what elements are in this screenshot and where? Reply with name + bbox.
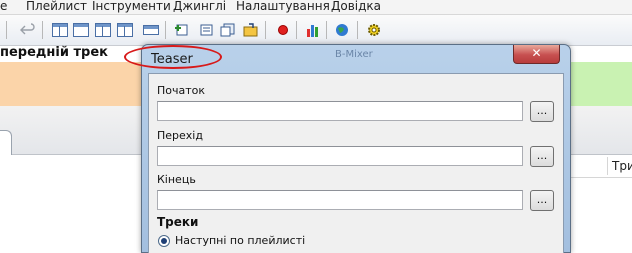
end-input[interactable] bbox=[157, 190, 523, 210]
toolbar-separator bbox=[165, 21, 166, 39]
menu-settings[interactable]: Налаштування bbox=[236, 0, 330, 13]
toolbar-separator bbox=[6, 21, 7, 39]
window-split-icon[interactable] bbox=[52, 23, 68, 37]
start-label: Початок bbox=[157, 84, 206, 97]
menu-help[interactable]: Довідка bbox=[331, 0, 381, 13]
window-small-icon[interactable] bbox=[143, 25, 159, 35]
previous-track-label: передній трек bbox=[0, 45, 108, 60]
end-label: Кінець bbox=[157, 173, 196, 186]
end-browse-button[interactable]: ... bbox=[530, 190, 554, 211]
next-in-playlist-radio[interactable] bbox=[158, 235, 170, 247]
toolbar-separator bbox=[326, 21, 327, 39]
next-in-playlist-label[interactable]: Наступні по плейлисті bbox=[175, 234, 305, 247]
window-split-icon[interactable] bbox=[117, 23, 133, 37]
toolbar-separator bbox=[357, 21, 358, 39]
window-split-icon[interactable] bbox=[95, 23, 111, 37]
transition-browse-button[interactable]: ... bbox=[530, 146, 554, 167]
toolbar-separator bbox=[265, 21, 266, 39]
window-single-icon[interactable] bbox=[73, 23, 89, 37]
toolbar-separator bbox=[296, 21, 297, 39]
equalizer-icon[interactable] bbox=[305, 23, 321, 37]
close-button[interactable]: ✕ bbox=[513, 45, 560, 64]
tracks-section-title: Треки bbox=[157, 215, 199, 229]
start-input[interactable] bbox=[157, 101, 523, 121]
add-folder-icon[interactable] bbox=[198, 23, 214, 37]
next-track-panel bbox=[568, 62, 632, 106]
add-track-icon[interactable] bbox=[174, 23, 190, 37]
record-icon[interactable] bbox=[275, 23, 291, 37]
transition-label: Перехід bbox=[157, 129, 203, 142]
menu-item-partial[interactable]: е bbox=[0, 0, 7, 13]
globe-icon[interactable] bbox=[334, 23, 350, 37]
menu-bar: е Плейлист Інструменти Джинглі Налаштува… bbox=[0, 0, 632, 15]
dialog-client-area: Початок ... Перехід ... Кінець ... Треки… bbox=[148, 73, 564, 253]
menu-tools[interactable]: Інструменти bbox=[92, 0, 171, 13]
add-playlist-icon[interactable] bbox=[243, 23, 259, 37]
toolbar bbox=[0, 15, 632, 46]
gear-icon[interactable] bbox=[366, 23, 382, 37]
undo-icon[interactable] bbox=[20, 23, 36, 37]
background-window-title: B-Mixer bbox=[335, 49, 373, 60]
playlist-column-header: Три bbox=[568, 155, 632, 178]
teaser-dialog: Teaser B-Mixer ✕ Початок ... Перехід ...… bbox=[141, 44, 571, 253]
previous-track-panel bbox=[0, 62, 142, 106]
transition-input[interactable] bbox=[157, 146, 523, 166]
start-browse-button[interactable]: ... bbox=[530, 101, 554, 122]
column-divider bbox=[607, 157, 608, 175]
menu-playlist[interactable]: Плейлист bbox=[26, 0, 87, 13]
menu-jingles[interactable]: Джинглі bbox=[173, 0, 226, 13]
playlist-tab[interactable] bbox=[0, 130, 12, 155]
add-files-icon[interactable] bbox=[220, 23, 236, 37]
annotation-ellipse bbox=[124, 45, 222, 69]
column-header-label[interactable]: Три bbox=[612, 159, 632, 173]
toolbar-separator bbox=[42, 21, 43, 39]
